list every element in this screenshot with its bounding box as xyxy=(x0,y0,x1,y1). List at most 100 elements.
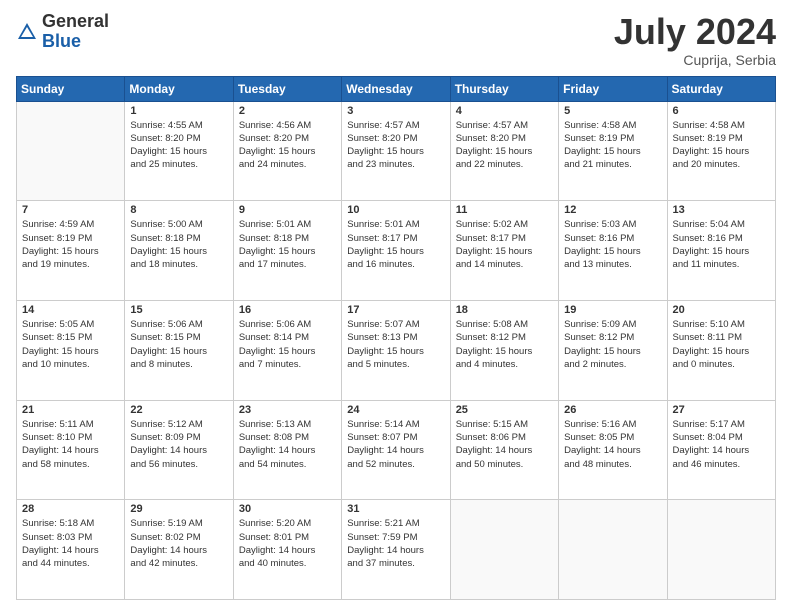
calendar-cell: 20Sunrise: 5:10 AM Sunset: 8:11 PM Dayli… xyxy=(667,300,775,400)
day-number: 5 xyxy=(564,105,661,117)
day-info: Sunrise: 5:12 AM Sunset: 8:09 PM Dayligh… xyxy=(130,418,227,471)
calendar-cell: 21 Sunrise: 5:11 AM Sunset: 8:10 PM Dayli… xyxy=(17,400,125,500)
calendar-cell: 25 Sunrise: 5:15 AM Sunset: 8:06 PM Dayli… xyxy=(450,400,558,500)
day-number: 31 xyxy=(347,503,444,515)
day-number: 23 xyxy=(239,404,336,416)
calendar-cell: 15 Sunrise: 5:06 AM Sunset: 8:15 PM Dayli… xyxy=(125,300,233,400)
col-friday: Friday xyxy=(559,76,667,101)
calendar-cell: 31 Sunrise: 5:21 AM Sunset: 7:59 PM Dayli… xyxy=(342,500,450,600)
day-number: 4 xyxy=(456,105,553,117)
calendar-cell: 30 Sunrise: 5:20 AM Sunset: 8:01 PM Dayli… xyxy=(233,500,341,600)
day-info: Sunrise: 5:07 AM Sunset: 8:13 PM Dayligh… xyxy=(347,318,444,371)
calendar-cell: 1 Sunrise: 4:55 AM Sunset: 8:20 PM Daylig… xyxy=(125,101,233,201)
day-number: 25 xyxy=(456,404,553,416)
day-info: Sunrise: 5:03 AM Sunset: 8:16 PM Dayligh… xyxy=(564,218,661,271)
day-number: 28 xyxy=(22,503,119,515)
calendar-cell: 26 Sunrise: 5:16 AM Sunset: 8:05 PM Dayli… xyxy=(559,400,667,500)
day-number: 26 xyxy=(564,404,661,416)
day-info: Sunrise: 5:02 AM Sunset: 8:17 PM Dayligh… xyxy=(456,218,553,271)
calendar-week-5: 28Sunrise: 5:18 AM Sunset: 8:03 PM Dayli… xyxy=(17,500,776,600)
day-info: Sunrise: 5:01 AM Sunset: 8:17 PM Dayligh… xyxy=(347,218,444,271)
day-info: Sunrise: 4:59 AM Sunset: 8:19 PM Dayligh… xyxy=(22,218,119,271)
day-number: 1 xyxy=(130,105,227,117)
day-number: 14 xyxy=(22,304,119,316)
calendar-cell: 27 Sunrise: 5:17 AM Sunset: 8:04 PM Dayli… xyxy=(667,400,775,500)
day-number: 16 xyxy=(239,304,336,316)
calendar-cell: 13 Sunrise: 5:04 AM Sunset: 8:16 PM Dayli… xyxy=(667,201,775,301)
day-info: Sunrise: 5:10 AM Sunset: 8:11 PM Dayligh… xyxy=(673,318,770,371)
logo-general-text: General xyxy=(42,12,109,32)
col-sunday: Sunday xyxy=(17,76,125,101)
day-info: Sunrise: 5:06 AM Sunset: 8:14 PM Dayligh… xyxy=(239,318,336,371)
day-info: Sunrise: 5:17 AM Sunset: 8:04 PM Dayligh… xyxy=(673,418,770,471)
page: General Blue July 2024 Cuprija, Serbia S… xyxy=(0,0,792,612)
day-info: Sunrise: 5:08 AM Sunset: 8:12 PM Dayligh… xyxy=(456,318,553,371)
day-info: Sunrise: 4:58 AM Sunset: 8:19 PM Dayligh… xyxy=(673,119,770,172)
day-number: 18 xyxy=(456,304,553,316)
day-info: Sunrise: 5:20 AM Sunset: 8:01 PM Dayligh… xyxy=(239,517,336,570)
calendar-cell: 18 Sunrise: 5:08 AM Sunset: 8:12 PM Dayli… xyxy=(450,300,558,400)
day-info: Sunrise: 5:19 AM Sunset: 8:02 PM Dayligh… xyxy=(130,517,227,570)
col-wednesday: Wednesday xyxy=(342,76,450,101)
day-info: Sunrise: 4:57 AM Sunset: 8:20 PM Dayligh… xyxy=(456,119,553,172)
calendar-cell: 8 Sunrise: 5:00 AM Sunset: 8:18 PM Daylig… xyxy=(125,201,233,301)
day-info: Sunrise: 5:06 AM Sunset: 8:15 PM Dayligh… xyxy=(130,318,227,371)
day-info: Sunrise: 5:11 AM Sunset: 8:10 PM Dayligh… xyxy=(22,418,119,471)
day-info: Sunrise: 4:57 AM Sunset: 8:20 PM Dayligh… xyxy=(347,119,444,172)
calendar-cell xyxy=(17,101,125,201)
day-info: Sunrise: 5:21 AM Sunset: 7:59 PM Dayligh… xyxy=(347,517,444,570)
day-number: 8 xyxy=(130,204,227,216)
day-info: Sunrise: 4:58 AM Sunset: 8:19 PM Dayligh… xyxy=(564,119,661,172)
day-number: 22 xyxy=(130,404,227,416)
logo-icon xyxy=(16,21,38,43)
calendar-cell: 29 Sunrise: 5:19 AM Sunset: 8:02 PM Dayli… xyxy=(125,500,233,600)
location: Cuprija, Serbia xyxy=(614,52,776,68)
day-info: Sunrise: 5:16 AM Sunset: 8:05 PM Dayligh… xyxy=(564,418,661,471)
logo: General Blue xyxy=(16,12,109,52)
calendar-cell: 28Sunrise: 5:18 AM Sunset: 8:03 PM Dayli… xyxy=(17,500,125,600)
calendar-cell: 24Sunrise: 5:14 AM Sunset: 8:07 PM Dayli… xyxy=(342,400,450,500)
day-info: Sunrise: 5:09 AM Sunset: 8:12 PM Dayligh… xyxy=(564,318,661,371)
calendar-cell xyxy=(559,500,667,600)
month-year: July 2024 xyxy=(614,12,776,52)
day-number: 15 xyxy=(130,304,227,316)
col-thursday: Thursday xyxy=(450,76,558,101)
calendar-table: Sunday Monday Tuesday Wednesday Thursday… xyxy=(16,76,776,600)
calendar-cell: 2Sunrise: 4:56 AM Sunset: 8:20 PM Daylig… xyxy=(233,101,341,201)
calendar-cell: 22 Sunrise: 5:12 AM Sunset: 8:09 PM Dayli… xyxy=(125,400,233,500)
day-number: 19 xyxy=(564,304,661,316)
day-number: 2 xyxy=(239,105,336,117)
calendar-cell xyxy=(667,500,775,600)
day-info: Sunrise: 5:01 AM Sunset: 8:18 PM Dayligh… xyxy=(239,218,336,271)
day-number: 21 xyxy=(22,404,119,416)
day-info: Sunrise: 5:14 AM Sunset: 8:07 PM Dayligh… xyxy=(347,418,444,471)
day-info: Sunrise: 5:05 AM Sunset: 8:15 PM Dayligh… xyxy=(22,318,119,371)
day-number: 17 xyxy=(347,304,444,316)
day-info: Sunrise: 5:04 AM Sunset: 8:16 PM Dayligh… xyxy=(673,218,770,271)
day-number: 29 xyxy=(130,503,227,515)
calendar-week-4: 21 Sunrise: 5:11 AM Sunset: 8:10 PM Dayli… xyxy=(17,400,776,500)
day-info: Sunrise: 5:00 AM Sunset: 8:18 PM Dayligh… xyxy=(130,218,227,271)
calendar-cell: 14 Sunrise: 5:05 AM Sunset: 8:15 PM Dayli… xyxy=(17,300,125,400)
day-number: 30 xyxy=(239,503,336,515)
day-number: 13 xyxy=(673,204,770,216)
logo-blue-text: Blue xyxy=(42,32,109,52)
day-info: Sunrise: 5:15 AM Sunset: 8:06 PM Dayligh… xyxy=(456,418,553,471)
calendar-cell: 17 Sunrise: 5:07 AM Sunset: 8:13 PM Dayli… xyxy=(342,300,450,400)
calendar-cell: 7Sunrise: 4:59 AM Sunset: 8:19 PM Daylig… xyxy=(17,201,125,301)
day-number: 11 xyxy=(456,204,553,216)
calendar-cell: 9Sunrise: 5:01 AM Sunset: 8:18 PM Daylig… xyxy=(233,201,341,301)
calendar-cell: 3Sunrise: 4:57 AM Sunset: 8:20 PM Daylig… xyxy=(342,101,450,201)
col-monday: Monday xyxy=(125,76,233,101)
calendar-cell: 4 Sunrise: 4:57 AM Sunset: 8:20 PM Daylig… xyxy=(450,101,558,201)
calendar-week-3: 14 Sunrise: 5:05 AM Sunset: 8:15 PM Dayli… xyxy=(17,300,776,400)
calendar-cell: 16 Sunrise: 5:06 AM Sunset: 8:14 PM Dayli… xyxy=(233,300,341,400)
calendar-cell: 5 Sunrise: 4:58 AM Sunset: 8:19 PM Daylig… xyxy=(559,101,667,201)
logo-text: General Blue xyxy=(42,12,109,52)
day-info: Sunrise: 4:55 AM Sunset: 8:20 PM Dayligh… xyxy=(130,119,227,172)
day-number: 27 xyxy=(673,404,770,416)
calendar-week-1: 1 Sunrise: 4:55 AM Sunset: 8:20 PM Daylig… xyxy=(17,101,776,201)
calendar-cell: 23Sunrise: 5:13 AM Sunset: 8:08 PM Dayli… xyxy=(233,400,341,500)
col-saturday: Saturday xyxy=(667,76,775,101)
calendar-cell: 12Sunrise: 5:03 AM Sunset: 8:16 PM Dayli… xyxy=(559,201,667,301)
